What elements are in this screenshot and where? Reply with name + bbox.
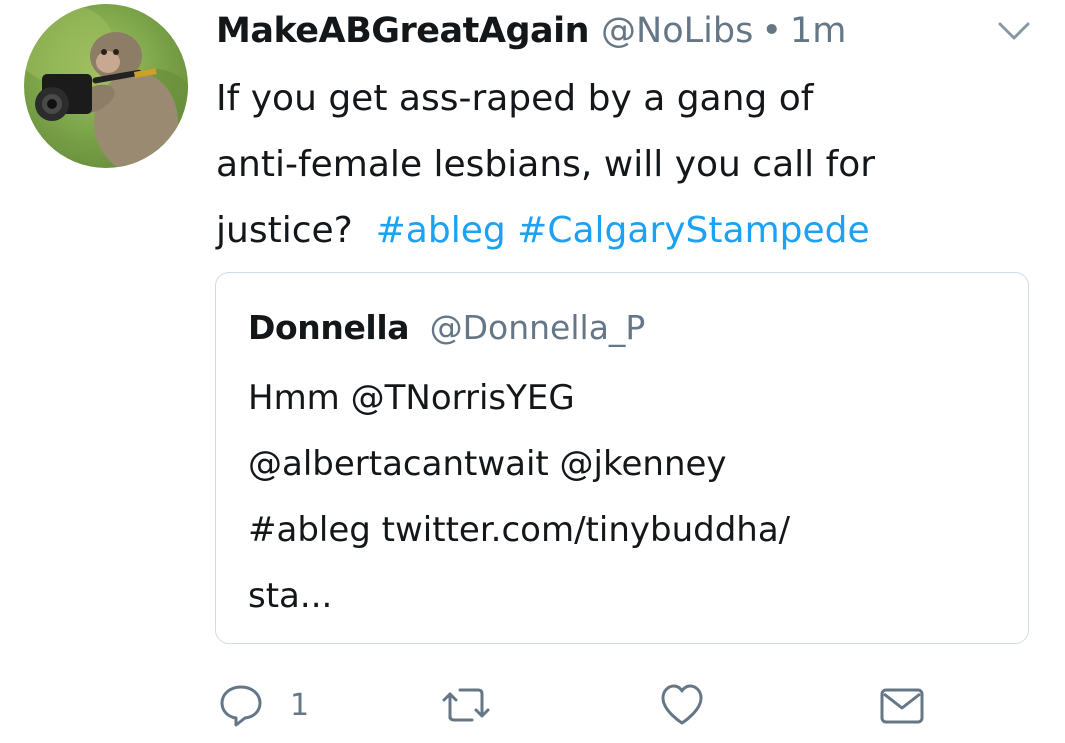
retweet-icon	[438, 682, 494, 728]
tweet-text-line: anti-female lesbians, will you call for	[216, 144, 876, 185]
heart-icon	[658, 682, 706, 728]
quoted-user-handle: @Donnella_P	[429, 308, 646, 347]
quoted-text-line: sta...	[248, 576, 333, 616]
separator-dot: •	[761, 11, 782, 51]
tweet: MakeABGreatAgain @NoLibs • 1m If you get…	[0, 0, 1065, 743]
display-name[interactable]: MakeABGreatAgain	[216, 6, 590, 56]
hashtag-link[interactable]: #ableg	[376, 210, 506, 251]
quoted-text-line: Hmm @TNorrisYEG	[248, 378, 575, 418]
retweet-button[interactable]	[438, 680, 520, 730]
avatar-monkey-image	[24, 4, 188, 168]
quoted-tweet-header: Donnella @Donnella_P	[248, 303, 645, 353]
tweet-text-fragment: justice?	[216, 210, 353, 251]
reply-button[interactable]: 1	[218, 680, 309, 730]
timestamp[interactable]: 1m	[790, 6, 846, 56]
quoted-tweet-card[interactable]: Donnella @Donnella_P Hmm @TNorrisYEG @al…	[215, 272, 1029, 644]
tweet-text-line: justice? #ableg #CalgaryStampede	[216, 198, 1026, 264]
like-button[interactable]	[658, 680, 732, 730]
user-handle[interactable]: @NoLibs	[601, 6, 753, 56]
reply-count: 1	[290, 687, 310, 723]
tweet-text-line: If you get ass-raped by a gang of	[216, 78, 814, 119]
quoted-text-line: #ableg twitter.com/tinybuddha/	[248, 510, 791, 550]
hashtag-link[interactable]: #CalgaryStampede	[517, 210, 869, 251]
quoted-text-line: @albertacantwait @jkenney	[248, 444, 727, 484]
quoted-tweet-text: Hmm @TNorrisYEG @albertacantwait @jkenne…	[248, 365, 1008, 629]
tweet-text: If you get ass-raped by a gang of anti-f…	[216, 66, 1026, 264]
tweet-header: MakeABGreatAgain @NoLibs • 1m	[216, 6, 846, 56]
direct-message-button[interactable]	[878, 680, 926, 730]
tweet-actions-bar: 1	[0, 670, 1065, 740]
quoted-display-name: Donnella	[248, 308, 410, 347]
chevron-down-icon[interactable]	[996, 16, 1032, 46]
reply-icon	[218, 682, 264, 728]
envelope-icon	[878, 682, 926, 728]
avatar[interactable]	[24, 4, 188, 168]
